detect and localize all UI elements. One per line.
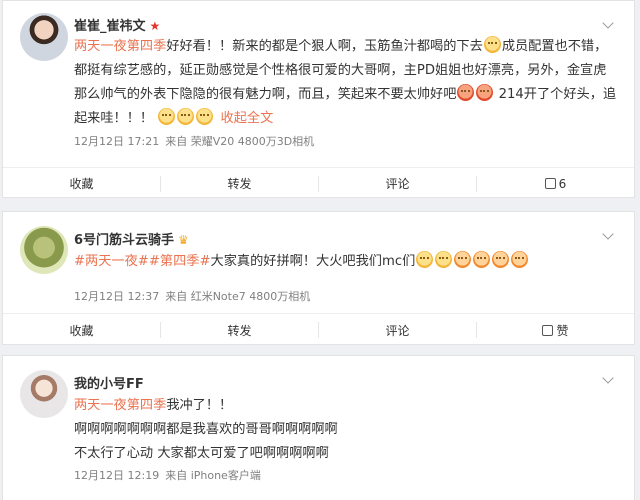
- avatar[interactable]: [20, 370, 68, 418]
- post-text: 两天一夜第四季好好看！！新来的都是个狠人啊，玉筋鱼汁都喝的下去 成员配置也不错，都…: [74, 35, 618, 131]
- comment-button[interactable]: 评论: [319, 314, 476, 346]
- post-source: 来自 荣耀V20 4800万3D相机: [165, 135, 315, 148]
- post-date[interactable]: 12月12日 12:37: [74, 290, 159, 303]
- avatar[interactable]: [20, 13, 68, 61]
- emoji-icon: [177, 108, 195, 125]
- topic-link[interactable]: #第四季#: [149, 254, 211, 269]
- post-meta: 12月12日 12:19 来自 iPhone客户端: [74, 467, 267, 483]
- crown-icon: ♛: [178, 233, 189, 247]
- post-author[interactable]: 我的小号FF: [74, 373, 144, 392]
- comment-button[interactable]: 评论: [319, 168, 476, 199]
- post-source: 来自 iPhone客户端: [165, 469, 261, 482]
- favorite-button[interactable]: 收藏: [3, 314, 160, 346]
- post-card: 崔崔_崔祎文 ★ 两天一夜第四季好好看！！新来的都是个狠人啊，玉筋鱼汁都喝的下去成…: [2, 0, 635, 198]
- member-badge-icon: ★: [149, 19, 161, 33]
- chevron-down-icon[interactable]: [602, 228, 616, 242]
- topic-link[interactable]: #两天一夜#: [74, 254, 149, 269]
- topic-link[interactable]: 两天一夜第四季: [74, 39, 166, 54]
- chevron-down-icon[interactable]: [602, 372, 616, 386]
- post-date[interactable]: 12月12日 12:19: [74, 469, 159, 482]
- emoji-icon: [416, 251, 434, 268]
- emoji-icon: [492, 251, 510, 268]
- post-actions: 收藏 转发 评论 赞: [3, 313, 634, 346]
- post-actions: 收藏 转发 评论 6: [3, 167, 634, 199]
- emoji-icon: [435, 251, 453, 268]
- emoji-icon: [457, 84, 475, 101]
- emoji-icon: [473, 251, 491, 268]
- post-date[interactable]: 12月12日 17:21: [74, 135, 159, 148]
- post-text: #两天一夜##第四季#大家真的好拼啊！大火吧我们mc们: [74, 250, 618, 274]
- post-card: 我的小号FF 两天一夜第四季我冲了！！ 啊啊啊啊啊啊啊都是我喜欢的哥哥啊啊啊啊啊…: [2, 355, 635, 500]
- post-meta: 12月12日 12:37 来自 红米Note7 4800万相机: [74, 288, 316, 304]
- post-card: 6号门筋斗云骑手 ♛ #两天一夜##第四季#大家真的好拼啊！大火吧我们mc们 12…: [2, 211, 635, 345]
- emoji-icon: [158, 108, 176, 125]
- post-meta: 12月12日 17:21 来自 荣耀V20 4800万3D相机: [74, 133, 320, 149]
- like-button[interactable]: 6: [477, 168, 634, 199]
- collapse-full-text-link[interactable]: 收起全文: [221, 111, 274, 126]
- topic-link[interactable]: 两天一夜第四季: [74, 398, 166, 413]
- repost-button[interactable]: 转发: [161, 168, 318, 199]
- favorite-button[interactable]: 收藏: [3, 168, 160, 199]
- post-author[interactable]: 崔崔_崔祎文 ★: [74, 15, 160, 34]
- post-text: 两天一夜第四季我冲了！！ 啊啊啊啊啊啊啊都是我喜欢的哥哥啊啊啊啊啊 不太行了心动…: [74, 398, 338, 461]
- repost-button[interactable]: 转发: [161, 314, 318, 346]
- emoji-icon: [454, 251, 472, 268]
- post-source: 来自 红米Note7 4800万相机: [165, 290, 311, 303]
- emoji-icon: [483, 36, 501, 53]
- thumb-up-icon: [544, 178, 556, 189]
- post-author[interactable]: 6号门筋斗云骑手 ♛: [74, 229, 189, 248]
- emoji-icon: [511, 251, 529, 268]
- like-button[interactable]: 赞: [477, 314, 634, 346]
- avatar[interactable]: [20, 226, 68, 274]
- emoji-icon: [476, 84, 494, 101]
- emoji-icon: [196, 108, 214, 125]
- chevron-down-icon[interactable]: [602, 17, 616, 31]
- thumb-up-icon: [542, 324, 554, 336]
